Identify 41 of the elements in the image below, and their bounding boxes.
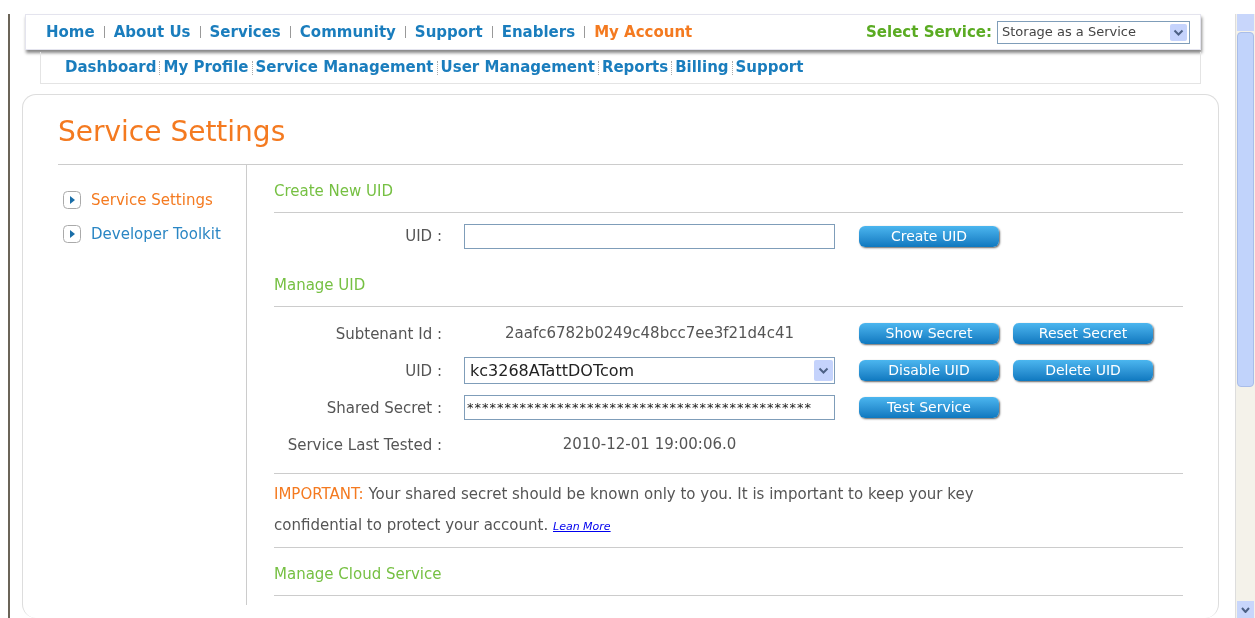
section-heading: Manage UID [274, 274, 366, 296]
action-button[interactable]: Delete UID [1013, 360, 1153, 381]
uid-input[interactable] [464, 223, 835, 249]
sidebar-link[interactable]: Service Settings [63, 189, 246, 212]
field-label: UID : [405, 361, 442, 380]
field-value: 2010-12-01 19:00:06.0 [562, 434, 737, 456]
subnav-link[interactable]: Service Management [255, 56, 434, 79]
nav-link[interactable]: Enablers [501, 20, 576, 44]
subnav-link[interactable]: Dashboard [65, 56, 157, 79]
nav-link[interactable]: My Account [594, 20, 693, 44]
field-value: 2aafc6782b0249c48bcc7ee3f21d4c41 [505, 323, 794, 345]
field-label: UID : [405, 227, 442, 245]
subnav-link[interactable]: My Profile [163, 56, 249, 79]
sidebar-link[interactable]: Developer Toolkit [63, 222, 246, 245]
select-label: Select Service: [866, 21, 992, 43]
subnav-link[interactable]: Reports [601, 56, 669, 79]
scrollbar-drawing[interactable] [1235, 14, 1255, 618]
section-heading: Manage Cloud Service [274, 563, 442, 585]
nav-link[interactable]: Community [299, 20, 396, 44]
uid-dropdown[interactable]: kc3268ATattDOTcom [464, 357, 835, 384]
learn-more-link[interactable]: Lean More [553, 520, 611, 533]
action-button[interactable]: Disable UID [859, 360, 999, 381]
nav-link[interactable]: Services [209, 20, 281, 44]
action-button[interactable]: Show Secret [859, 323, 999, 344]
subnav-link[interactable]: User Management [440, 56, 595, 79]
action-button[interactable]: Test Service [859, 397, 999, 418]
secret-field[interactable]: ********************************************** [464, 395, 835, 420]
action-button[interactable]: Create UID [859, 225, 999, 247]
service-dropdown[interactable]: Storage as a Service [997, 20, 1190, 44]
subnav-link[interactable]: Billing [675, 56, 729, 79]
nav-link[interactable]: Home [46, 20, 95, 44]
nav-link[interactable]: About Us [113, 20, 191, 44]
field-label: Service Last Tested : [287, 435, 442, 454]
nav-link[interactable]: Support [414, 20, 483, 44]
field-label: Shared Secret : [326, 398, 442, 417]
notice-text: IMPORTANT: Your shared secret should be known only to you. It is important to keep your key confidential to protect your account. Lean More [274, 473, 1183, 548]
subnav-link[interactable]: Support [735, 56, 804, 79]
field-label: Subtenant Id : [335, 324, 442, 343]
section-heading: Create New UID [274, 180, 394, 202]
action-button[interactable]: Reset Secret [1013, 323, 1153, 344]
page-title: Service Settings [58, 115, 286, 148]
